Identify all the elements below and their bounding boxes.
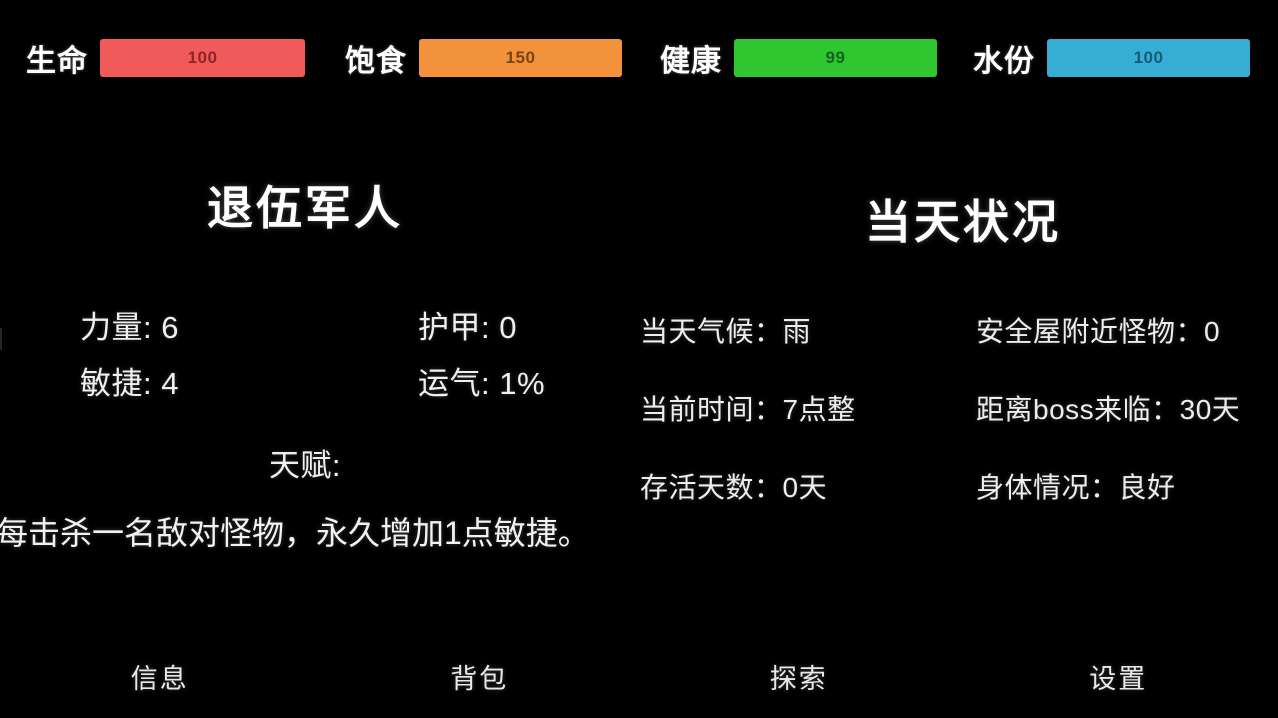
daily-days-survived: 存活天数：0天 [640, 472, 828, 503]
daily-panel-title: 当天状况 [865, 196, 1061, 248]
stat-luck: 运气: 1% [418, 366, 546, 401]
status-water-bar: 100 [1047, 39, 1250, 77]
status-food-value: 150 [505, 48, 536, 67]
stat-armor: 护甲: 0 [418, 310, 517, 345]
nav-item-info[interactable]: 信息 [0, 657, 320, 696]
daily-weather: 当天气候：雨 [640, 316, 812, 347]
daily-current-time: 当前时间：7点整 [640, 394, 856, 425]
status-health-bar: 100 [100, 39, 305, 77]
daily-body-condition: 身体情况：良好 [976, 472, 1176, 503]
status-food-label: 饱食 [345, 45, 407, 78]
daily-monsters-near-shelter: 安全屋附近怪物：0 [976, 316, 1221, 347]
stat-strength: 力量: 6 [80, 310, 179, 345]
status-wellness-bar: 99 [734, 39, 937, 77]
talent-label: 天赋: [268, 448, 342, 483]
status-wellness-label: 健康 [660, 45, 722, 78]
stat-agility: 敏捷: 4 [80, 366, 179, 401]
status-health-group: 生命 100 [26, 36, 305, 80]
status-wellness-value: 99 [825, 48, 846, 67]
status-water-value: 100 [1133, 48, 1164, 67]
daily-status-panel: 当天气候：雨 当前时间：7点整 存活天数：0天 安全屋附近怪物：0 距离boss… [636, 300, 1278, 520]
status-health-label: 生命 [26, 45, 88, 78]
status-health-value: 100 [187, 48, 218, 67]
status-wellness-group: 健康 99 [660, 36, 937, 80]
daily-boss-countdown: 距离boss来临：30天 [976, 394, 1241, 425]
nav-item-settings[interactable]: 设置 [959, 657, 1278, 696]
status-water-group: 水份 100 [973, 36, 1250, 80]
status-food-group: 饱食 150 [345, 36, 622, 80]
character-panel-title: 退伍军人 [207, 182, 403, 234]
status-water-label: 水份 [973, 45, 1035, 78]
nav-item-explore[interactable]: 探索 [639, 657, 959, 696]
status-food-bar: 150 [419, 39, 622, 77]
talent-description: 每击杀一名敌对怪物，永久增加1点敏捷。 [0, 515, 590, 551]
nav-item-backpack[interactable]: 背包 [320, 657, 640, 696]
bottom-nav-bar: 信息 背包 探索 设置 [0, 657, 1278, 696]
status-bar-row: 生命 100 饱食 150 健康 99 水份 100 [0, 0, 1278, 108]
